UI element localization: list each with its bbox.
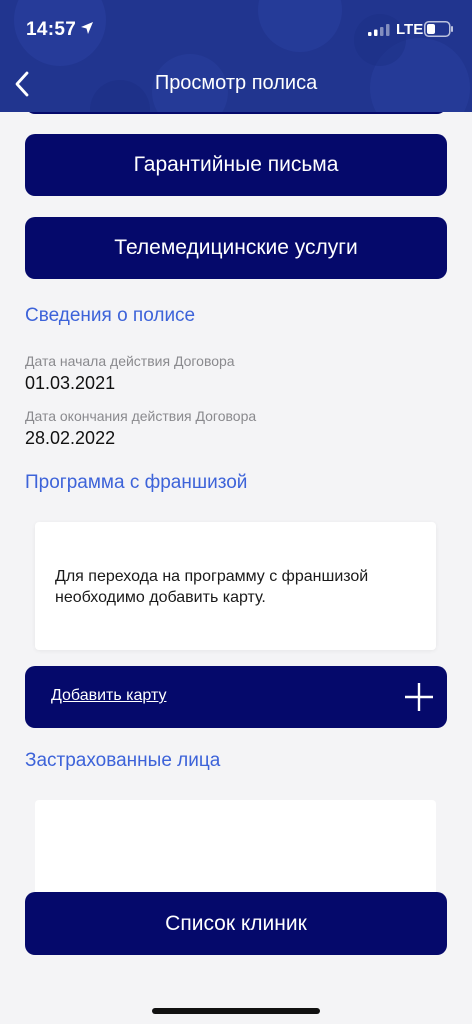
status-bar: 14:57 LTE: [0, 0, 472, 58]
page-title: Просмотр полиса: [154, 72, 318, 94]
guarantee-letters-button[interactable]: Гарантийные письма: [25, 134, 447, 196]
location-arrow-icon: [81, 22, 93, 34]
guarantee-letters-label: Гарантийные письма: [133, 153, 339, 176]
add-card-button[interactable]: Добавить карту: [25, 666, 447, 728]
clinic-list-label: Список клиник: [165, 911, 307, 935]
policy-info-title: Сведения о полисе: [25, 305, 196, 326]
network-label: LTE: [396, 21, 424, 38]
partially-hidden-button[interactable]: [25, 112, 447, 114]
signal-icon: [368, 24, 390, 36]
home-indicator: [152, 1008, 320, 1014]
telemedicine-label: Телемедицинские услуги: [114, 236, 358, 259]
battery-icon: [424, 21, 453, 37]
insured-persons-title: Застрахованные лица: [25, 750, 221, 771]
plus-icon: [405, 683, 433, 711]
insured-persons-card: [35, 800, 436, 900]
telemedicine-button[interactable]: Телемедицинские услуги: [25, 217, 447, 279]
start-date-value: 01.03.2021: [25, 373, 116, 393]
header: 14:57 LTE Просмотр полиса: [0, 0, 472, 112]
start-date-label: Дата начала действия Договора: [25, 353, 235, 369]
status-time: 14:57: [26, 19, 77, 40]
policy-view-screen: 14:57 LTE Просмотр полиса Гарантийные пи…: [0, 0, 472, 1024]
franchise-title: Программа с франшизой: [25, 472, 248, 493]
add-card-label: Добавить карту: [51, 687, 167, 704]
franchise-message: Для перехода на программу с франшизой не…: [55, 568, 369, 606]
end-date-value: 28.02.2022: [25, 428, 116, 448]
navigation-bar: Просмотр полиса: [0, 58, 472, 112]
end-date-label: Дата окончания действия Договора: [25, 408, 257, 424]
franchise-info-card: Для перехода на программу с франшизой не…: [35, 522, 436, 650]
scroll-content[interactable]: Гарантийные письма Телемедицинские услуг…: [0, 112, 472, 1024]
clinic-list-button[interactable]: Список клиник: [25, 892, 447, 955]
